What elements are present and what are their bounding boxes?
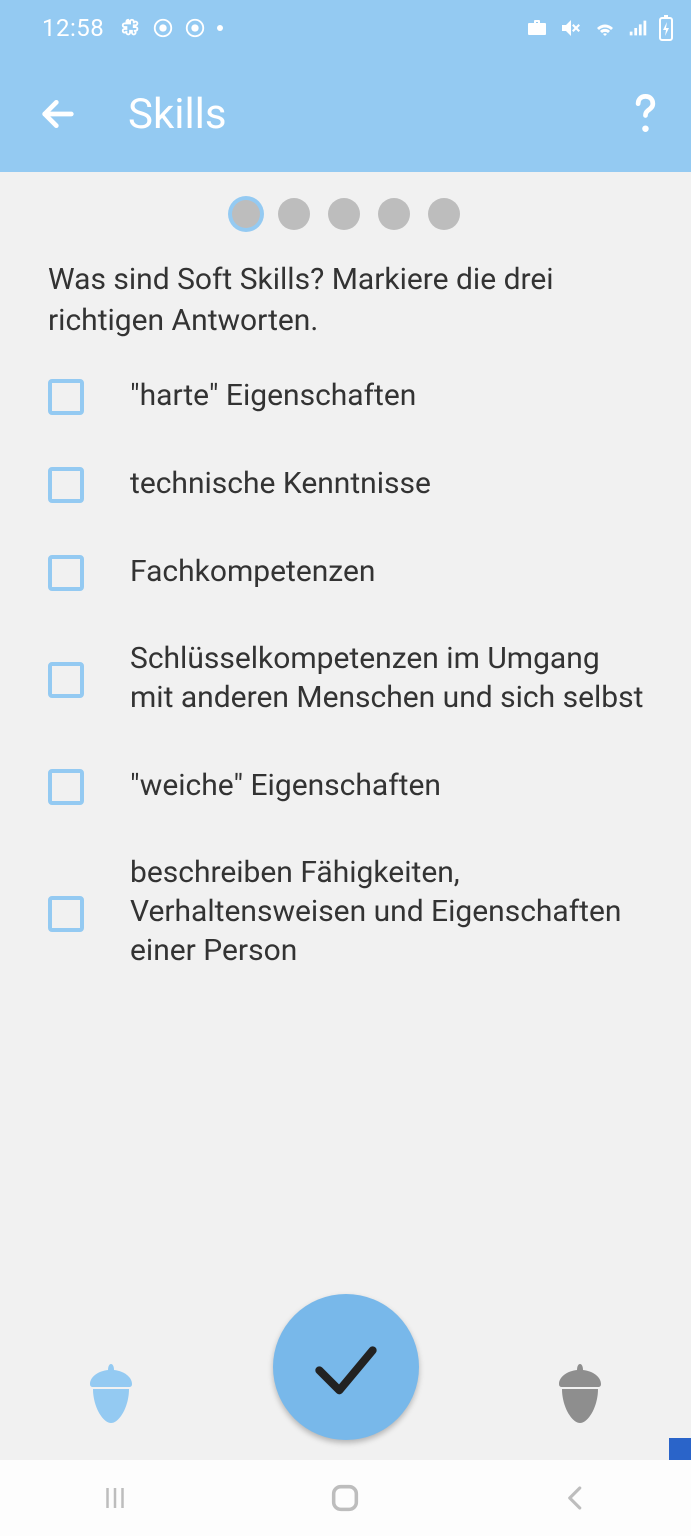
option-label: technische Kenntnisse [130,464,431,503]
record-icon [152,17,174,39]
progress-dot-2[interactable] [278,198,310,230]
clock: 12:58 [42,14,104,42]
progress-dot-1[interactable] [232,200,260,228]
progress-dot-5[interactable] [428,198,460,230]
check-icon [306,1327,386,1407]
page-title: Skills [128,90,619,139]
acorn-icon [552,1362,608,1428]
option-label: Fachkompetenzen [130,552,375,591]
nav-recents-button[interactable] [55,1478,175,1518]
option-label: beschreiben Fähigkeiten, Verhaltensweise… [130,853,645,970]
status-bar: 12:58 [0,0,691,56]
option-row[interactable]: "weiche" Eigenschaften [46,765,645,805]
record-icon-2 [184,17,206,39]
checkbox[interactable] [48,467,84,503]
nav-back-button[interactable] [516,1478,636,1518]
battery-charging-icon [659,15,673,41]
progress-dots [0,172,691,260]
dot-icon [216,24,224,32]
acorn-left-button[interactable] [80,1360,142,1430]
options-list: "harte" Eigenschaften technische Kenntni… [0,375,691,970]
option-row[interactable]: Fachkompetenzen [46,551,645,591]
page-content: Was sind Soft Skills? Markiere die drei … [0,172,691,1330]
slack-icon [120,17,142,39]
checkbox[interactable] [48,555,84,591]
option-row[interactable]: technische Kenntnisse [46,463,645,503]
action-bar [0,1330,691,1460]
submit-button[interactable] [273,1294,419,1440]
option-row[interactable]: beschreiben Fähigkeiten, Verhaltensweise… [46,853,645,970]
recents-icon [100,1483,130,1513]
option-row[interactable]: Schlüsselkompetenzen im Umgang mit ander… [46,639,645,717]
briefcase-icon [525,16,549,40]
system-nav-bar [0,1460,691,1536]
checkbox[interactable] [48,662,84,698]
option-row[interactable]: "harte" Eigenschaften [46,375,645,415]
progress-dot-3[interactable] [328,198,360,230]
option-label: Schlüsselkompetenzen im Umgang mit ander… [130,639,645,717]
option-label: "weiche" Eigenschaften [130,766,441,805]
arrow-left-icon [38,94,78,134]
corner-flag-icon [669,1438,691,1460]
mute-icon [559,16,583,40]
status-left: 12:58 [42,14,224,42]
home-icon [328,1481,362,1515]
app-bar: Skills [0,56,691,172]
question-icon [626,89,662,139]
acorn-right-button[interactable] [549,1360,611,1430]
checkbox[interactable] [48,769,84,805]
status-right [525,15,673,41]
chevron-left-icon [561,1483,591,1513]
progress-dot-4[interactable] [378,198,410,230]
checkbox[interactable] [48,896,84,932]
signal-icon [627,17,649,39]
help-button[interactable] [619,89,669,139]
wifi-icon [593,16,617,40]
checkbox[interactable] [48,379,84,415]
option-label: "harte" Eigenschaften [130,376,416,415]
back-button[interactable] [38,94,78,134]
nav-home-button[interactable] [285,1478,405,1518]
question-text: Was sind Soft Skills? Markiere die drei … [0,260,691,341]
acorn-icon [83,1362,139,1428]
